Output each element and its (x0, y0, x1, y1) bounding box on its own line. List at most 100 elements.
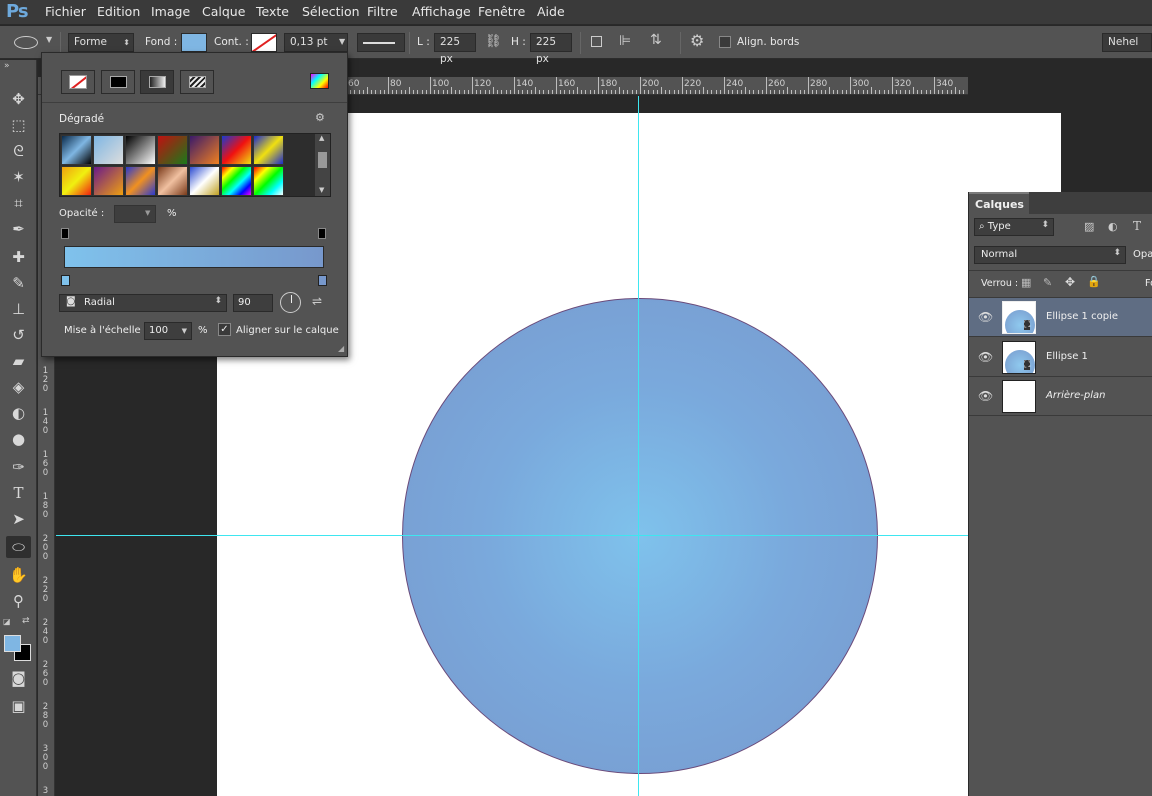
zoom-tool-icon[interactable]: ⚲ (6, 590, 31, 612)
presets-scrollbar[interactable]: ▲ ▼ (315, 134, 330, 196)
height-field[interactable]: 225 px (530, 33, 572, 65)
lock-transparency-icon[interactable]: ▦ (1021, 276, 1031, 289)
gradient-preset[interactable] (189, 166, 220, 196)
gradient-preset[interactable] (61, 166, 92, 196)
type-tool-icon[interactable]: T (6, 482, 31, 504)
tab-layers[interactable]: Calques (969, 192, 1029, 214)
menu-aide[interactable]: Aide (537, 4, 565, 19)
ellipse-tool-icon[interactable]: ⬭ (6, 536, 31, 558)
layer-row-ellipse-1[interactable]: 👁 ⛶ Ellipse 1 (969, 338, 1152, 377)
menu-calque[interactable]: Calque (202, 4, 245, 19)
fill-gradient-button[interactable] (140, 70, 174, 94)
gradient-preset[interactable] (125, 166, 156, 196)
menu-fenetre[interactable]: Fenêtre (478, 4, 525, 19)
healing-brush-tool-icon[interactable]: ✚ (6, 246, 31, 268)
history-brush-tool-icon[interactable]: ↺ (6, 324, 31, 346)
resize-grip-icon[interactable]: ◢ (338, 344, 344, 353)
swap-colors-icon[interactable]: ⇄ (22, 616, 30, 626)
lock-pixels-icon[interactable]: ✎ (1043, 276, 1052, 289)
menu-texte[interactable]: Texte (256, 4, 289, 19)
magic-wand-tool-icon[interactable]: ✶ (6, 166, 31, 188)
width-field[interactable]: 225 px (434, 33, 476, 65)
angle-field[interactable]: 90 (233, 294, 273, 312)
chevron-down-icon[interactable]: ▼ (319, 186, 324, 194)
layer-row-ellipse-1-copie[interactable]: 👁 ⛶ Ellipse 1 copie (969, 298, 1152, 337)
lock-position-icon[interactable]: ✥ (1065, 275, 1075, 289)
layer-name[interactable]: Arrière-plan (1046, 390, 1105, 401)
gradient-preset[interactable] (93, 135, 124, 165)
layer-name[interactable]: Ellipse 1 copie (1046, 311, 1118, 322)
guide-vertical[interactable] (638, 96, 639, 796)
blend-mode-select[interactable]: Normal ⬍ (974, 246, 1126, 264)
layer-name[interactable]: Ellipse 1 (1046, 351, 1088, 362)
menu-fichier[interactable]: Fichier (45, 4, 86, 19)
color-picker-icon[interactable] (310, 73, 329, 89)
path-arrangement-icon[interactable]: ⇅ (650, 32, 662, 48)
screen-mode-icon[interactable]: ▣ (6, 695, 31, 717)
collapse-icon[interactable]: » (4, 61, 10, 71)
paint-bucket-tool-icon[interactable]: ◈ (6, 376, 31, 398)
lock-all-icon[interactable]: 🔒 (1087, 275, 1101, 288)
gradient-preset[interactable] (253, 166, 284, 196)
eraser-tool-icon[interactable]: ▰ (6, 350, 31, 372)
fill-solid-button[interactable] (101, 70, 135, 94)
align-edges-checkbox[interactable] (719, 36, 731, 48)
dodge-tool-icon[interactable]: ● (6, 428, 31, 450)
fill-none-button[interactable] (61, 70, 95, 94)
filter-type-icon[interactable]: T (1133, 219, 1141, 233)
gradient-preset[interactable] (93, 166, 124, 196)
mode-select[interactable]: Forme ⬍ (68, 33, 134, 52)
layer-filter-select[interactable]: ⌕ Type ⬍ (974, 218, 1054, 236)
path-selection-tool-icon[interactable]: ➤ (6, 508, 31, 530)
color-stop-right[interactable] (318, 275, 327, 286)
filter-pixel-icon[interactable]: ▨ (1084, 220, 1094, 233)
ellipse-shape[interactable] (402, 298, 878, 774)
fill-pattern-button[interactable] (180, 70, 214, 94)
path-operations-icon[interactable] (591, 36, 602, 47)
gradient-preset[interactable] (221, 166, 252, 196)
default-colors-icon[interactable]: ◪ (3, 617, 11, 626)
workspace-select[interactable]: Nehel (1102, 33, 1152, 52)
gear-icon[interactable]: ⚙ (690, 31, 704, 50)
chevron-up-icon[interactable]: ▲ (319, 134, 324, 142)
eyedropper-tool-icon[interactable]: ✒ (6, 218, 31, 240)
gradient-preview-bar[interactable] (64, 246, 324, 268)
gradient-preset[interactable] (189, 135, 220, 165)
angle-dial[interactable] (280, 292, 301, 313)
link-icon[interactable]: ⛓ (485, 34, 502, 49)
ellipse-tool-preset-icon[interactable] (14, 36, 38, 49)
menu-image[interactable]: Image (151, 4, 190, 19)
brush-tool-icon[interactable]: ✎ (6, 272, 31, 294)
stroke-none-swatch[interactable] (251, 33, 277, 52)
gradient-preset[interactable] (253, 135, 284, 165)
scrollbar-thumb[interactable] (318, 152, 327, 168)
reverse-gradient-icon[interactable]: ⇌ (312, 294, 322, 308)
opacity-stop-right[interactable] (318, 228, 326, 239)
gradient-preset[interactable] (157, 135, 188, 165)
fill-color-swatch[interactable] (181, 33, 207, 52)
hand-tool-icon[interactable]: ✋ (6, 564, 31, 586)
menu-edition[interactable]: Edition (97, 4, 140, 19)
foreground-color-swatch[interactable] (4, 635, 21, 652)
eye-icon[interactable]: 👁 (978, 310, 993, 324)
gear-icon[interactable]: ⚙ (315, 111, 325, 124)
menu-filtre[interactable]: Filtre (367, 4, 398, 19)
opacity-stop-left[interactable] (61, 228, 69, 239)
gradient-preset[interactable] (221, 135, 252, 165)
eye-icon[interactable]: 👁 (978, 389, 993, 403)
layer-row-background[interactable]: 👁 Arrière-plan (969, 377, 1152, 416)
stroke-type-select[interactable] (357, 33, 405, 52)
lasso-tool-icon[interactable]: ᘓ (6, 140, 31, 162)
align-layer-checkbox[interactable]: ✓ (218, 323, 231, 336)
gradient-preset[interactable] (61, 135, 92, 165)
eye-icon[interactable]: 👁 (978, 350, 993, 364)
menu-affichage[interactable]: Affichage (412, 4, 471, 19)
gradient-preset[interactable] (157, 166, 188, 196)
opacity-field[interactable]: ▼ (114, 205, 156, 223)
blur-tool-icon[interactable]: ◐ (6, 402, 31, 424)
pen-tool-icon[interactable]: ✑ (6, 456, 31, 478)
move-tool-icon[interactable]: ✥ (6, 88, 31, 110)
gradient-style-select[interactable]: ◙ Radial ⬍ (59, 294, 227, 312)
gradient-preset[interactable] (125, 135, 156, 165)
stamp-tool-icon[interactable]: ⊥ (6, 298, 31, 320)
